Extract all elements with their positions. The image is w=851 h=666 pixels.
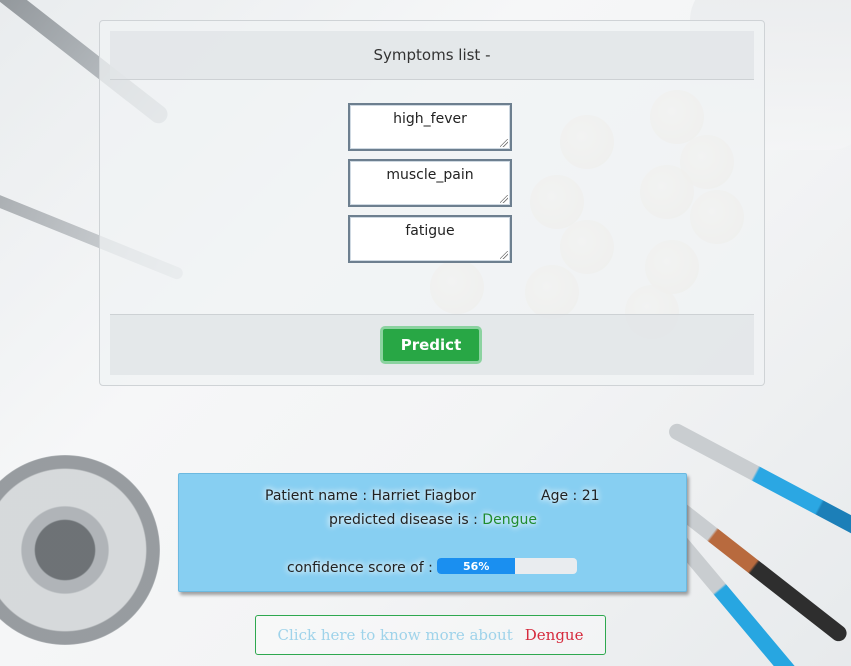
symptoms-card-header: Symptoms list - bbox=[110, 31, 754, 80]
prediction-line: predicted disease is : Dengue bbox=[329, 512, 537, 528]
predicted-disease: Dengue bbox=[482, 512, 537, 528]
predict-button[interactable]: Predict bbox=[380, 326, 482, 364]
symptoms-card-footer: Predict bbox=[110, 314, 754, 375]
symptom-field-2[interactable]: muscle_pain bbox=[348, 159, 512, 207]
symptom-field-3[interactable]: fatigue bbox=[348, 215, 512, 263]
confidence-label: confidence score of : bbox=[287, 560, 433, 576]
patient-age: Age : 21 bbox=[541, 488, 600, 504]
more-info-link[interactable]: Click here to know more about Dengue bbox=[255, 615, 606, 655]
symptoms-card: Symptoms list - high_fever muscle_pain f… bbox=[99, 20, 765, 386]
stethoscope-decoration bbox=[0, 455, 160, 645]
confidence-progress-fill: 56% bbox=[437, 558, 516, 574]
symptoms-title: Symptoms list - bbox=[373, 46, 491, 64]
predicted-label: predicted disease is : bbox=[329, 512, 478, 528]
result-panel: Patient name : Harriet Fiagbor Age : 21 … bbox=[178, 473, 687, 592]
more-info-text[interactable]: Click here to know more about bbox=[278, 626, 513, 644]
more-info-disease[interactable]: Dengue bbox=[525, 626, 584, 644]
symptom-field-1[interactable]: high_fever bbox=[348, 103, 512, 151]
patient-name: Patient name : Harriet Fiagbor bbox=[265, 488, 476, 504]
confidence-progress-bar: 56% bbox=[437, 558, 577, 574]
